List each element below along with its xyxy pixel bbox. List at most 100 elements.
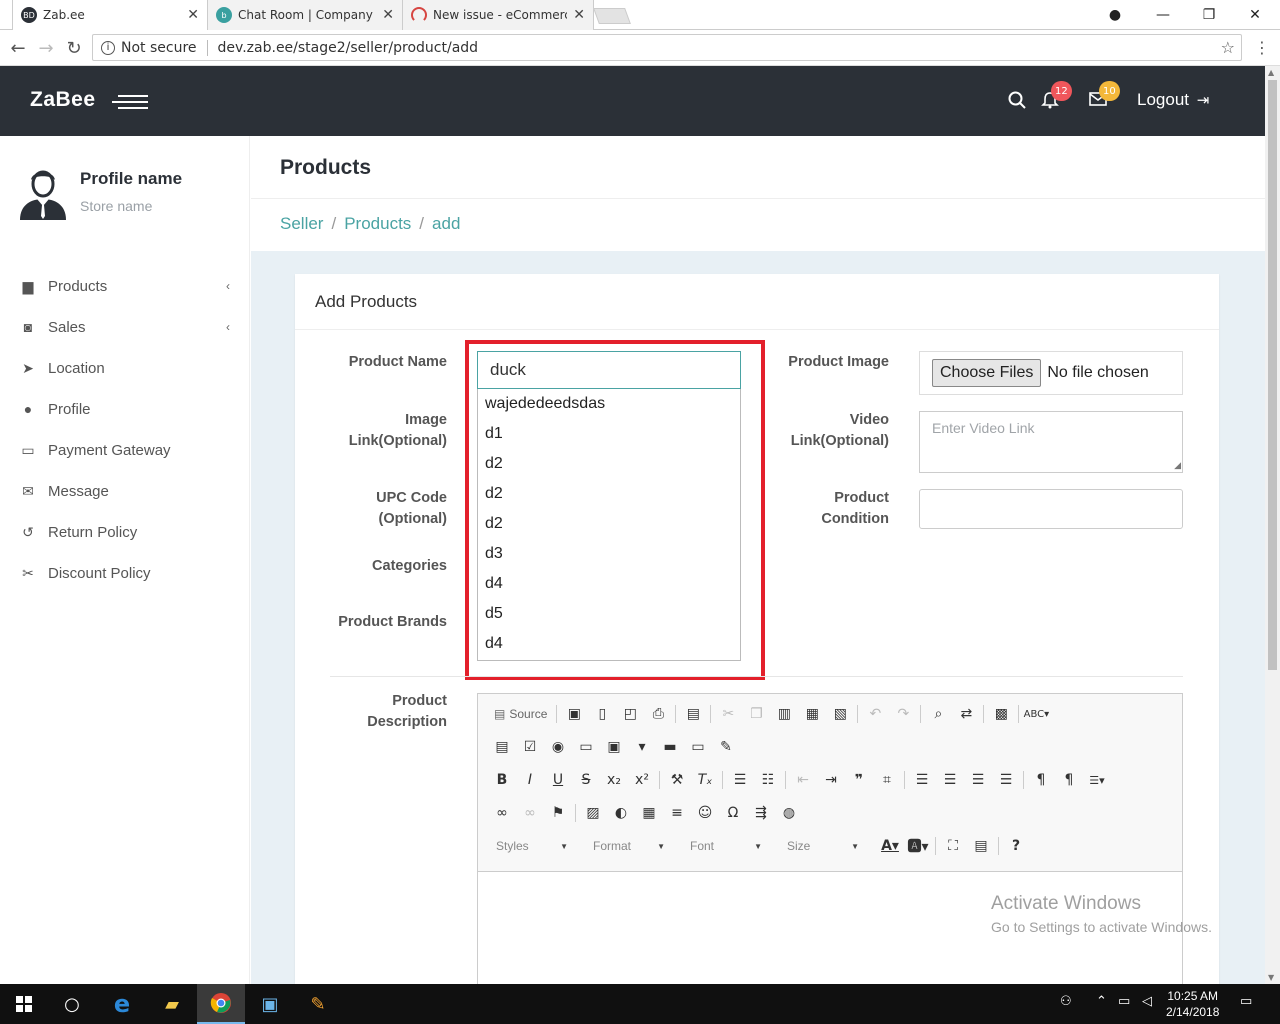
table-icon[interactable]: ▦ bbox=[635, 801, 663, 825]
show-blocks-icon[interactable]: ▤ bbox=[967, 834, 995, 858]
page-scrollbar[interactable]: ▲ ▼ bbox=[1265, 66, 1280, 984]
form-icon[interactable]: ▤ bbox=[488, 735, 516, 759]
bulleted-list-icon[interactable]: ☷ bbox=[754, 768, 782, 792]
url-field[interactable]: i Not secure dev.zab.ee/stage2/seller/pr… bbox=[92, 34, 1242, 61]
search-icon[interactable] bbox=[1008, 91, 1026, 114]
strikethrough-icon[interactable]: S bbox=[572, 768, 600, 792]
volume-icon[interactable]: ◁ bbox=[1142, 994, 1152, 1009]
styles-dropdown[interactable]: Styles ▼ bbox=[488, 834, 576, 858]
select-all-icon[interactable]: ▩ bbox=[987, 702, 1015, 726]
remove-format-icon[interactable]: Tₓ bbox=[691, 768, 719, 792]
app-window-icon[interactable]: ▣ bbox=[246, 984, 294, 1024]
sidebar-item-payment-gateway[interactable]: ▭ Payment Gateway bbox=[18, 438, 238, 462]
maximize-icon[interactable]: ⛶ bbox=[939, 834, 967, 858]
checkbox-icon[interactable]: ☑ bbox=[516, 735, 544, 759]
sidebar-item-sales[interactable]: ◙ Sales ‹ bbox=[18, 315, 238, 339]
align-left-icon[interactable]: ☰ bbox=[908, 768, 936, 792]
language-icon[interactable]: ☰▾ bbox=[1083, 768, 1111, 792]
sidebar-toggle-icon[interactable] bbox=[112, 94, 148, 110]
new-tab-button[interactable] bbox=[593, 8, 631, 24]
people-icon[interactable]: ⚇ bbox=[1060, 994, 1072, 1009]
resize-grip-icon[interactable]: ◢ bbox=[1174, 460, 1181, 471]
format-dropdown[interactable]: Format ▼ bbox=[585, 834, 673, 858]
image-button-icon[interactable]: ▭ bbox=[684, 735, 712, 759]
breadcrumb-seller[interactable]: Seller bbox=[280, 214, 323, 233]
scroll-thumb[interactable] bbox=[1268, 80, 1277, 670]
help-icon[interactable]: ? bbox=[1002, 834, 1030, 858]
preview-icon[interactable]: ◰ bbox=[616, 702, 644, 726]
windows-start-icon[interactable] bbox=[0, 984, 48, 1024]
bell-icon[interactable]: 12 bbox=[1041, 81, 1072, 114]
spellcheck-icon[interactable]: ABC▾ bbox=[1022, 702, 1050, 726]
font-dropdown[interactable]: Font ▼ bbox=[682, 834, 770, 858]
profile-icon[interactable]: ● bbox=[1092, 0, 1138, 30]
print-icon[interactable]: ⎙ bbox=[644, 702, 672, 726]
sidebar-item-profile[interactable]: ● Profile bbox=[18, 397, 238, 421]
blockquote-icon[interactable]: ❞ bbox=[845, 768, 873, 792]
copy-format-icon[interactable]: ⚒ bbox=[663, 768, 691, 792]
radio-icon[interactable]: ◉ bbox=[544, 735, 572, 759]
text-color-icon[interactable]: A▾ bbox=[876, 834, 904, 858]
show-hidden-icons-chevron-icon[interactable]: ⌃ bbox=[1096, 994, 1107, 1009]
sidebar-item-location[interactable]: ➤ Location bbox=[18, 356, 238, 380]
envelope-icon[interactable]: 10 bbox=[1089, 81, 1120, 112]
anchor-flag-icon[interactable]: ⚑ bbox=[544, 801, 572, 825]
subscript-icon[interactable]: x₂ bbox=[600, 768, 628, 792]
product-condition-input[interactable] bbox=[919, 489, 1183, 529]
paste-icon[interactable]: ▥ bbox=[770, 702, 798, 726]
find-icon[interactable]: ⌕ bbox=[924, 702, 952, 726]
rtl-icon[interactable]: ¶ bbox=[1055, 768, 1083, 792]
source-button[interactable]: ▤ Source bbox=[488, 707, 553, 721]
restore-button[interactable]: ❐ bbox=[1186, 0, 1232, 30]
text-field-icon[interactable]: ▭ bbox=[572, 735, 600, 759]
hidden-field-icon[interactable]: ✎ bbox=[712, 735, 740, 759]
close-tab-icon[interactable]: ✕ bbox=[573, 7, 585, 23]
tab-zabee[interactable]: BD Zab.ee ✕ bbox=[12, 0, 208, 30]
sidebar-item-discount-policy[interactable]: ✂ Discount Policy bbox=[18, 561, 238, 585]
cortana-search-icon[interactable]: ○ bbox=[48, 984, 96, 1024]
page-break-icon[interactable]: ⇶ bbox=[747, 801, 775, 825]
button-field-icon[interactable]: ▬ bbox=[656, 735, 684, 759]
brand-logo[interactable]: ZaBee bbox=[30, 88, 96, 112]
smiley-icon[interactable]: ☺ bbox=[691, 801, 719, 825]
numbered-list-icon[interactable]: ☰ bbox=[726, 768, 754, 792]
video-link-textarea[interactable]: Enter Video Link ◢ bbox=[919, 411, 1183, 473]
outdent-icon[interactable]: ⇤ bbox=[789, 768, 817, 792]
minimize-button[interactable]: — bbox=[1140, 0, 1186, 30]
sidebar-item-products[interactable]: ▆ Products ‹ bbox=[18, 274, 238, 298]
close-tab-icon[interactable]: ✕ bbox=[187, 7, 199, 23]
save-icon[interactable]: ▣ bbox=[560, 702, 588, 726]
reload-button[interactable]: ↻ bbox=[62, 36, 86, 60]
indent-icon[interactable]: ⇥ bbox=[817, 768, 845, 792]
tab-new-issue[interactable]: New issue - eCommerce ✕ bbox=[402, 0, 594, 30]
file-explorer-icon[interactable]: ▰ bbox=[148, 984, 196, 1024]
forward-button[interactable]: → bbox=[34, 36, 58, 60]
link-icon[interactable]: ∞ bbox=[488, 801, 516, 825]
superscript-icon[interactable]: x² bbox=[628, 768, 656, 792]
paste-word-icon[interactable]: ▧ bbox=[826, 702, 854, 726]
sidebar-item-return-policy[interactable]: ↺ Return Policy bbox=[18, 520, 238, 544]
image-icon[interactable]: ▨ bbox=[579, 801, 607, 825]
select-field-icon[interactable]: ▾ bbox=[628, 735, 656, 759]
iframe-globe-icon[interactable]: ◍ bbox=[775, 801, 803, 825]
choose-files-button[interactable]: Choose Files bbox=[932, 359, 1042, 387]
scroll-up-arrow-icon[interactable]: ▲ bbox=[1268, 68, 1274, 77]
italic-icon[interactable]: I bbox=[516, 768, 544, 792]
logout-button[interactable]: Logout ⇥ bbox=[1137, 90, 1209, 110]
justify-icon[interactable]: ☰ bbox=[992, 768, 1020, 792]
close-window-button[interactable]: ✕ bbox=[1232, 0, 1278, 30]
redo-icon[interactable]: ↷ bbox=[889, 702, 917, 726]
network-icon[interactable]: ▭ bbox=[1118, 994, 1130, 1009]
breadcrumb-products[interactable]: Products bbox=[344, 214, 411, 233]
bookmark-star-icon[interactable]: ☆ bbox=[1221, 38, 1235, 57]
textarea-icon[interactable]: ▣ bbox=[600, 735, 628, 759]
product-image-file-input[interactable]: Choose Files No file chosen bbox=[919, 351, 1183, 395]
replace-icon[interactable]: ⇄ bbox=[952, 702, 980, 726]
edge-browser-icon[interactable]: e bbox=[98, 984, 146, 1024]
bold-icon[interactable]: B bbox=[488, 768, 516, 792]
div-container-icon[interactable]: ⌗ bbox=[873, 768, 901, 792]
horizontal-rule-icon[interactable]: ≡ bbox=[663, 801, 691, 825]
ltr-icon[interactable]: ¶ bbox=[1027, 768, 1055, 792]
copy-icon[interactable]: ❐ bbox=[742, 702, 770, 726]
unlink-icon[interactable]: ∞ bbox=[516, 801, 544, 825]
